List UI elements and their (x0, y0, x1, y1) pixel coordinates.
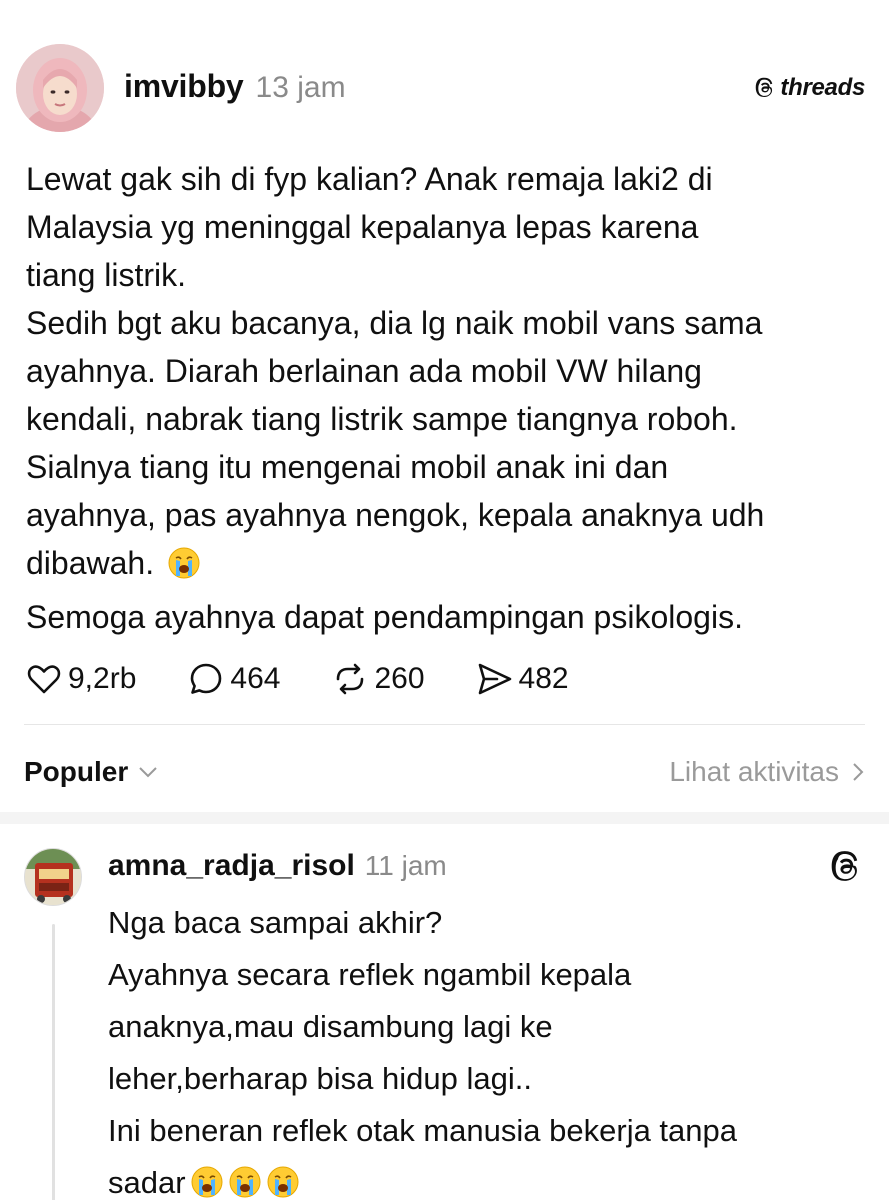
crying-face-emoji (190, 1163, 224, 1200)
post-text-line: Sialnya tiang itu mengenai mobil anak in… (26, 449, 669, 485)
section-separator (0, 812, 889, 824)
repost-icon (337, 663, 364, 695)
reply-body: Nga baca sampai akhir? Ayahnya secara re… (108, 897, 878, 1200)
chevron-right-icon (853, 763, 864, 781)
reply-header: amna_radja_risol 11 jam (108, 849, 447, 889)
divider (24, 724, 865, 725)
post-text-line: Malaysia yg meninggal kepalanya lepas ka… (26, 209, 699, 245)
sort-dropdown[interactable]: Populer (24, 756, 158, 788)
crying-face-emoji (228, 1163, 262, 1200)
post-body: Lewat gak sih di fyp kalian? Anak remaja… (26, 155, 876, 641)
post-text-line: dibawah. (26, 545, 155, 581)
reply-button[interactable]: 464 (186, 659, 280, 699)
reply-text-line: anaknya,mau disambung lagi ke (108, 1009, 553, 1044)
comment-icon (191, 663, 222, 694)
reply-avatar[interactable] (24, 848, 82, 906)
reply-text-line: Nga baca sampai akhir? (108, 905, 443, 940)
avatar-photo (16, 44, 104, 132)
post-text-line: Semoga ayahnya dapat pendampingan psikol… (26, 599, 743, 635)
threads-icon (756, 77, 773, 97)
post-text-line: tiang listrik. (26, 257, 187, 293)
reply-text-line: Ini beneran reflek otak manusia bekerja … (108, 1113, 738, 1148)
reply-count: 464 (230, 662, 281, 695)
reply-thread-line (52, 924, 55, 1200)
post-header: imvibby 13 jam (124, 68, 346, 108)
crying-face-emoji (266, 1163, 300, 1200)
crying-face-emoji (167, 545, 201, 593)
share-count: 482 (518, 662, 569, 695)
reply-text-line: leher,berharap bisa hidup lagi.. (108, 1061, 532, 1096)
post-text-line-with-emoji: dibawah. (26, 539, 876, 593)
post-timestamp: 13 jam (255, 71, 346, 104)
threads-wordmark: threads (780, 74, 865, 101)
reply-item: amna_radja_risol 11 jam Nga baca sampai … (0, 824, 889, 1200)
post-text-line: ayahnya. Diarah berlainan ada mobil VW h… (26, 353, 702, 389)
threads-logo: threads (754, 74, 865, 102)
avatar[interactable] (16, 44, 104, 132)
share-button[interactable]: 482 (475, 659, 569, 699)
sort-label: Populer (24, 756, 129, 787)
repost-count: 260 (374, 662, 425, 695)
like-button[interactable]: 9,2rb (24, 659, 136, 699)
view-activity-label: Lihat aktivitas (669, 756, 839, 787)
threads-icon (829, 850, 863, 889)
repost-button[interactable]: 260 (330, 659, 425, 699)
post-username[interactable]: imvibby (124, 68, 244, 105)
reply-text-line: sadar (108, 1165, 186, 1200)
reply-avatar-photo (25, 849, 81, 905)
post-text-line: kendali, nabrak tiang listrik sampe tian… (26, 401, 738, 437)
post-text-line: ayahnya, pas ayahnya nengok, kepala anak… (26, 497, 765, 533)
chevron-down-icon (139, 767, 157, 778)
post-actions: 9,2rb 464 260 482 (24, 655, 619, 703)
replies-sort-bar: Populer Lihat aktivitas (24, 748, 865, 796)
reply-timestamp: 11 jam (364, 850, 447, 881)
post-text-line: Lewat gak sih di fyp kalian? Anak remaja… (26, 161, 713, 197)
reply-text-line-with-emoji: sadar (108, 1157, 878, 1200)
reply-username[interactable]: amna_radja_risol (108, 849, 355, 883)
like-count: 9,2rb (68, 662, 137, 695)
reply-text-line: Ayahnya secara reflek ngambil kepala (108, 957, 632, 992)
heart-icon (27, 665, 61, 694)
post-text-line: Sedih bgt aku bacanya, dia lg naik mobil… (26, 305, 763, 341)
view-activity-link[interactable]: Lihat aktivitas (669, 756, 865, 788)
send-icon (478, 663, 511, 695)
thread-post: imvibby 13 jam threads Lewat gak sih di … (0, 0, 889, 800)
